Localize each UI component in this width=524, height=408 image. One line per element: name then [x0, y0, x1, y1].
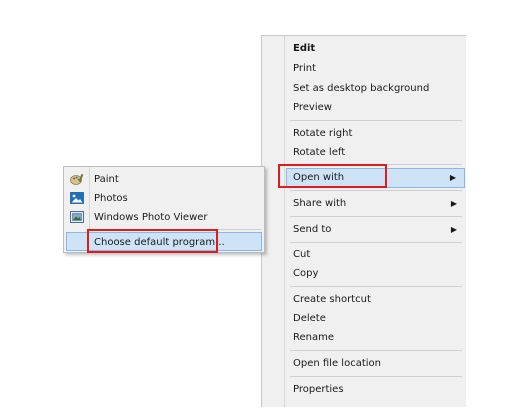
menu-item-set-desktop-background[interactable]: Set as desktop background: [286, 79, 465, 99]
photo-viewer-icon: [70, 211, 84, 223]
submenu-arrow-icon: ▶: [450, 225, 457, 234]
menu-item-delete[interactable]: Delete: [286, 309, 465, 329]
menu-separator: [290, 190, 462, 191]
submenu-item-windows-photo-viewer-label: Windows Photo Viewer: [94, 212, 208, 223]
menu-item-share-with-label: Share with: [293, 198, 347, 209]
menu-separator: [290, 376, 462, 377]
menu-separator: [290, 120, 462, 121]
menu-gutter: [284, 36, 285, 407]
submenu-item-paint[interactable]: Paint: [66, 170, 262, 189]
menu-item-copy[interactable]: Copy: [286, 264, 465, 284]
context-menu: Edit Print Set as desktop background Pre…: [261, 35, 466, 407]
menu-item-rotate-right[interactable]: Rotate right: [286, 124, 465, 144]
submenu-arrow-icon: ▶: [450, 199, 457, 208]
menu-item-print[interactable]: Print: [286, 59, 465, 79]
menu-separator: [290, 286, 462, 287]
annotation-box-open-with: [278, 164, 387, 188]
menu-item-rename[interactable]: Rename: [286, 328, 465, 348]
submenu-item-paint-label: Paint: [94, 174, 119, 185]
menu-separator: [290, 350, 462, 351]
menu-item-preview[interactable]: Preview: [286, 98, 465, 118]
menu-item-send-to[interactable]: Send to ▶: [286, 220, 465, 240]
paint-icon: [70, 173, 84, 185]
annotation-box-choose-default-program: [87, 229, 218, 253]
menu-item-create-shortcut[interactable]: Create shortcut: [286, 290, 465, 310]
submenu-item-photos-label: Photos: [94, 193, 128, 204]
menu-item-send-to-label: Send to: [293, 224, 332, 235]
menu-item-rotate-left[interactable]: Rotate left: [286, 143, 465, 163]
menu-item-edit[interactable]: Edit: [286, 39, 465, 59]
submenu-item-photos[interactable]: Photos: [66, 189, 262, 208]
submenu-arrow-icon: ▶: [449, 173, 456, 182]
photos-icon: [70, 192, 84, 204]
menu-item-cut[interactable]: Cut: [286, 245, 465, 265]
menu-separator: [290, 242, 462, 243]
menu-item-properties[interactable]: Properties: [286, 380, 465, 400]
menu-separator: [290, 216, 462, 217]
submenu-item-windows-photo-viewer[interactable]: Windows Photo Viewer: [66, 208, 262, 227]
menu-item-open-file-location[interactable]: Open file location: [286, 354, 465, 374]
menu-item-share-with[interactable]: Share with ▶: [286, 194, 465, 214]
